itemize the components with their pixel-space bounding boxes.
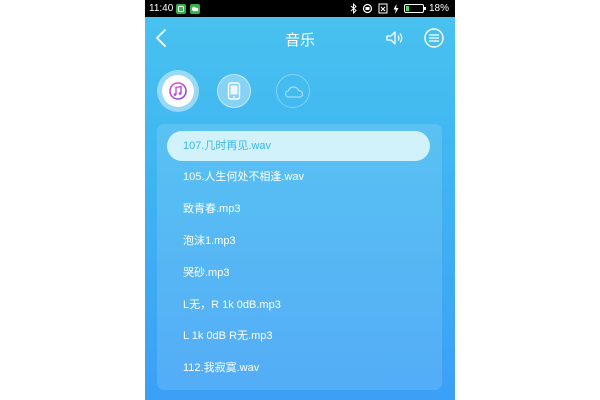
status-time: 11:40 xyxy=(149,3,174,14)
app-header: 音乐 xyxy=(145,17,455,61)
track-item[interactable]: 泡沫1.mp3 xyxy=(167,226,430,256)
wechat-notification-icon xyxy=(190,4,200,14)
battery-level xyxy=(405,6,409,11)
battery-percent: 18% xyxy=(428,3,449,14)
rotation-lock-icon xyxy=(362,3,373,14)
battery-icon xyxy=(403,4,426,13)
tab-phone-storage[interactable] xyxy=(217,74,251,108)
phone-screen: 11:40 18% 音乐 107.几时再见.wav 105.人生何处不相逢.wa… xyxy=(145,0,455,400)
track-item[interactable]: 105.人生何处不相逢.wav xyxy=(167,162,430,192)
track-list: 107.几时再见.wav 105.人生何处不相逢.wav 致青春.mp3 泡沫1.mp… xyxy=(157,124,442,390)
hamburger-menu-icon xyxy=(424,28,444,48)
volume-button[interactable] xyxy=(385,28,405,48)
charging-icon xyxy=(393,3,399,14)
tab-local-music[interactable] xyxy=(157,70,199,112)
page-title: 音乐 xyxy=(284,31,315,49)
cloud-icon xyxy=(284,86,304,98)
status-bar: 11:40 18% xyxy=(145,0,455,17)
app-notification-icon xyxy=(176,4,186,14)
no-sim-icon xyxy=(378,3,388,14)
speaker-icon xyxy=(386,31,403,45)
music-note-icon xyxy=(169,82,187,100)
bluetooth-icon xyxy=(350,3,357,14)
track-item[interactable]: 107.几时再见.wav xyxy=(167,131,430,161)
tab-cloud-music[interactable] xyxy=(276,74,310,108)
tab-local-music-circle xyxy=(162,75,194,107)
track-item[interactable]: 致青春.mp3 xyxy=(167,194,430,224)
track-item[interactable]: L无，R 1k 0dB.mp3 xyxy=(167,290,430,320)
phone-device-icon xyxy=(227,82,241,100)
menu-button[interactable] xyxy=(423,27,445,49)
track-item[interactable]: L 1k 0dB R无.mp3 xyxy=(167,321,430,351)
track-item[interactable]: 112.我寂寞.wav xyxy=(167,353,430,383)
track-item[interactable]: 哭砂.mp3 xyxy=(167,258,430,288)
